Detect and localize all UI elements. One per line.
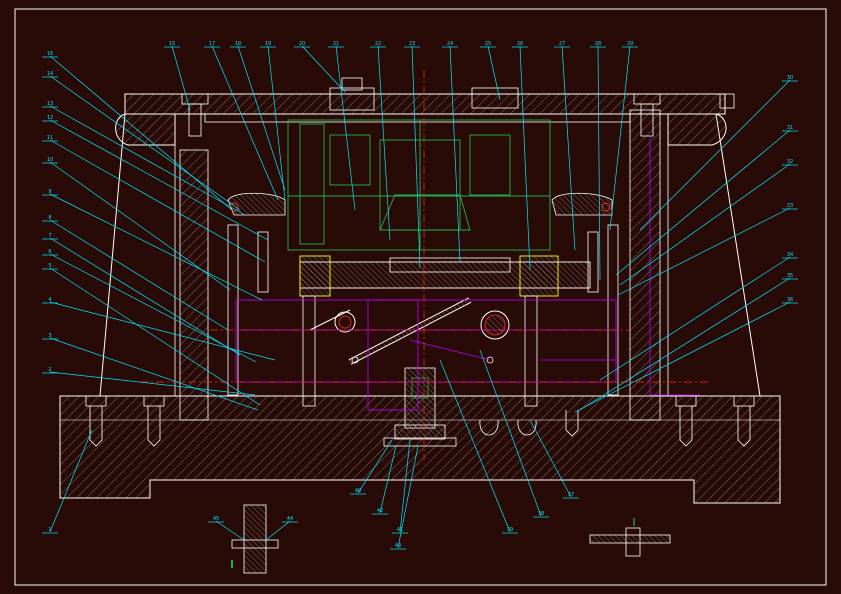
cad-drawing-canvas: 15 17 18 19 20 21 22 23 24 25 26 27 28 29161413121110… [14,8,827,586]
callout-12: 12 [47,115,53,121]
leader-line [609,45,631,231]
detail-view-left [231,504,279,574]
callout-29: 29 [627,41,633,47]
callout-25: 25 [485,41,491,47]
callout-38: 38 [538,511,544,517]
callout-34: 34 [787,252,793,258]
callout-3: 3 [48,333,51,339]
leader-line [49,55,233,211]
callout-24: 24 [447,41,453,47]
leader-line [599,256,791,381]
callout-18: 18 [235,41,241,47]
callout-19: 19 [265,41,271,47]
callout-16: 16 [47,51,53,57]
toggle-linkage [309,297,510,365]
callout-33: 33 [787,203,793,209]
callout-15: 15 [169,41,175,47]
callout-21: 21 [333,41,339,47]
leader-line [579,277,791,411]
callout-28: 28 [595,41,601,47]
leader-line [215,520,245,541]
callout-2: 2 [48,367,51,373]
callout-22: 22 [375,41,381,47]
leader-line [265,520,291,541]
leader-line [267,45,286,201]
callout-7: 7 [48,233,51,239]
callout-40: 40 [355,488,361,494]
leader-line [49,193,263,301]
callout-42: 42 [377,508,383,514]
leader-line [237,45,286,191]
leader-line [49,371,256,396]
callout-39: 39 [507,527,513,533]
leader-line [211,45,279,201]
leader-line [519,45,531,271]
callout-43: 43 [395,543,401,549]
callout-37: 37 [568,492,574,498]
callout-10: 10 [47,157,53,163]
die-plate [299,255,591,297]
leader-line [561,45,576,251]
callout-11: 11 [47,135,53,141]
callout-30: 30 [787,75,793,81]
leader-line [49,253,257,363]
callout-4: 4 [48,297,51,303]
leader-line [487,45,501,101]
callout-1: 1 [48,527,51,533]
callout-35: 35 [787,273,793,279]
callout-23: 23 [409,41,415,47]
callout-44: 44 [287,516,293,522]
leader-line [49,237,241,356]
leader-line [49,301,276,361]
callout-9: 9 [48,189,51,195]
callout-45: 45 [213,516,219,522]
callout-14: 14 [47,71,53,77]
callout-41: 41 [397,527,403,533]
callout-8: 8 [48,215,51,221]
callout-13: 13 [47,101,53,107]
callout-32: 32 [787,159,793,165]
callout-31: 31 [787,125,793,131]
callout-36: 36 [787,297,793,303]
callout-20: 20 [299,41,305,47]
callout-17: 17 [209,41,215,47]
callout-6: 6 [48,249,51,255]
leader-line [411,45,421,269]
callout-5: 5 [48,263,51,269]
detail-view-right [589,518,671,557]
upper-die [287,119,551,251]
callout-26: 26 [517,41,523,47]
callout-27: 27 [559,41,565,47]
